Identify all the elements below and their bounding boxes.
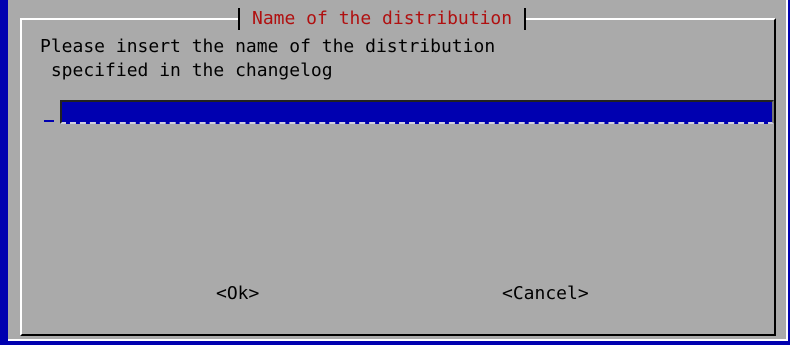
prompt-line-1: Please insert the name of the distributi…: [40, 36, 496, 57]
text-cursor: [44, 120, 54, 122]
ok-button[interactable]: <Ok>: [216, 282, 259, 306]
cancel-button[interactable]: <Cancel>: [502, 282, 589, 306]
prompt-line-2: specified in the changelog: [40, 60, 333, 81]
bottom-border: [0, 341, 790, 345]
distribution-name-input[interactable]: [60, 100, 774, 124]
terminal-screen: Name of the distribution Please insert t…: [0, 0, 790, 345]
input-wrapper: [44, 100, 775, 126]
dialog-title: Name of the distribution: [238, 8, 527, 30]
input-dialog: Name of the distribution Please insert t…: [8, 0, 788, 341]
dialog-prompt: Please insert the name of the distributi…: [40, 35, 495, 83]
